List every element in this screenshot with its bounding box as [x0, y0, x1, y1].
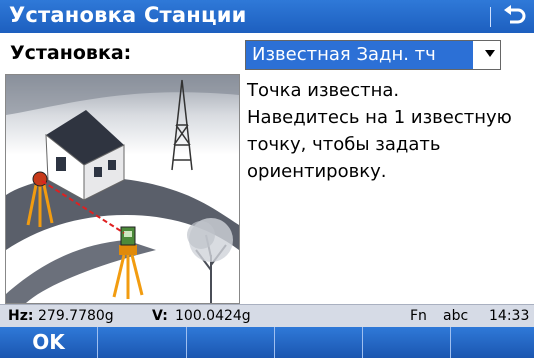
softkey-f5[interactable] [363, 327, 451, 358]
v-value: 100.0424g [175, 308, 251, 324]
input-mode-indicator: abc [443, 308, 469, 324]
instruction-text: Точка известна. Наведитесь на 1 известну… [247, 77, 529, 185]
instruction-line: Наведитесь на 1 известную [247, 107, 512, 128]
softkey-f2[interactable] [98, 327, 187, 358]
softkey-f6[interactable] [451, 327, 534, 358]
station-setup-illustration [5, 74, 240, 304]
clock: 14:33 [489, 308, 530, 324]
title-bar: Установка Станции [0, 0, 534, 33]
softkey-f3[interactable] [187, 327, 275, 358]
instruction-line: точку, чтобы задать [247, 134, 441, 155]
softkey-f1[interactable]: OK [0, 327, 98, 358]
v-label: V: [152, 308, 168, 324]
softkey-bar: OK [0, 327, 534, 358]
setup-label: Установка: [10, 42, 132, 64]
status-bar: Hz: 279.7780g V: 100.0424g Fn abc 14:33 [0, 304, 534, 327]
hz-label: Hz: [8, 308, 34, 324]
return-arrow-icon[interactable] [501, 4, 527, 28]
title-separator [490, 7, 491, 27]
page-title: Установка Станции [9, 3, 247, 27]
setup-method-value[interactable]: Известная Задн. тч [246, 41, 473, 69]
fn-indicator: Fn [410, 308, 427, 324]
setup-method-dropdown[interactable]: Известная Задн. тч [245, 40, 501, 70]
hz-value: 279.7780g [38, 308, 114, 324]
chevron-down-icon[interactable] [485, 50, 495, 57]
softkey-f4[interactable] [275, 327, 363, 358]
instruction-line: Точка известна. [247, 80, 400, 101]
instruction-line: ориентировку. [247, 161, 387, 182]
